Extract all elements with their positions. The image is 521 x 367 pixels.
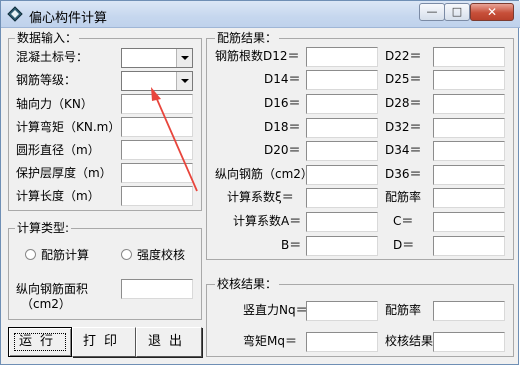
annotation-arrow — [151, 87, 198, 192]
app-window: 偏心构件计算 — □ ✕ 数据输入： 混凝土标号： 钢筋等级： 轴向力（KN） … — [0, 0, 520, 365]
